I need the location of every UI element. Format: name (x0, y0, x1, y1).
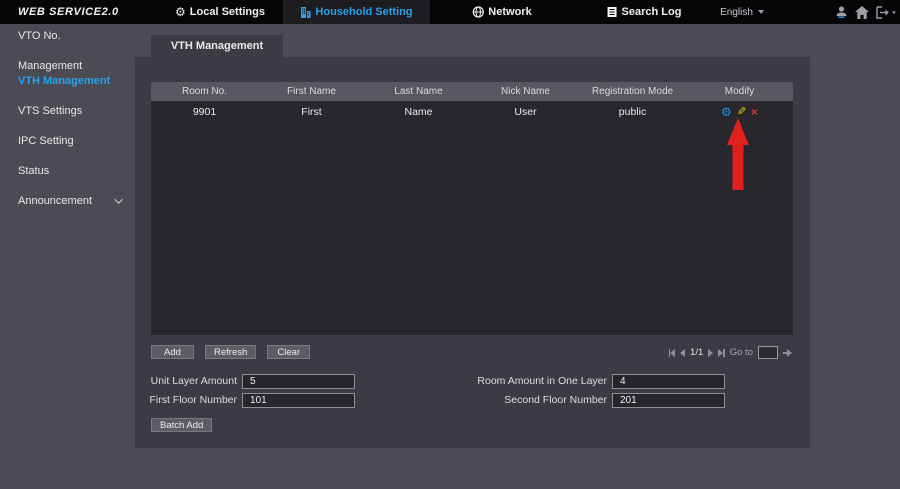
next-page-button[interactable] (708, 349, 713, 357)
sidebar-item-label: Announcement (18, 186, 92, 216)
main-panel: VTH Management Room No. First Name Last … (135, 35, 810, 448)
sidebar-item-status[interactable]: Status (0, 156, 135, 186)
sidebar-item-vts-settings[interactable]: VTS Settings (0, 96, 135, 126)
nav-household-setting-label: Household Setting (315, 6, 412, 18)
cell-modify: ⚙ ✎ × (686, 101, 793, 123)
refresh-button[interactable]: Refresh (205, 345, 256, 359)
log-icon (607, 6, 618, 18)
unit-layer-amount-label: Unit Layer Amount (135, 374, 237, 389)
first-floor-number-input[interactable] (242, 393, 355, 408)
nav-network[interactable]: Network (472, 0, 531, 24)
col-first-name: First Name (258, 82, 365, 101)
col-nick-name: Nick Name (472, 82, 579, 101)
cell-registration-mode: public (579, 101, 686, 123)
form-row-1: Unit Layer Amount Room Amount in One Lay… (135, 374, 810, 389)
goto-label: Go to (730, 347, 753, 358)
sidebar-item-label: IPC Setting (18, 126, 74, 156)
globe-icon (472, 6, 484, 18)
col-registration-mode: Registration Mode (579, 82, 686, 101)
app-logo: WEB SERVICE2.0 (18, 0, 119, 24)
goto-page-input[interactable] (758, 346, 778, 359)
chevron-down-icon (758, 10, 764, 14)
settings-gear-icon[interactable]: ⚙ (721, 106, 732, 118)
unit-layer-amount-input[interactable] (242, 374, 355, 389)
sidebar-item-label: VTS Settings (18, 96, 82, 126)
sidebar-item-ipc-setting[interactable]: IPC Setting (0, 126, 135, 156)
vth-table: Room No. First Name Last Name Nick Name … (151, 82, 793, 335)
second-floor-number-label: Second Floor Number (375, 393, 607, 408)
nav-search-log-label: Search Log (622, 6, 682, 18)
col-room-no: Room No. (151, 82, 258, 101)
batch-add-button[interactable]: Batch Add (151, 418, 212, 432)
nav-local-settings[interactable]: ⚙ Local Settings (175, 0, 265, 24)
first-floor-number-label: First Floor Number (135, 393, 237, 408)
cell-last-name: Name (365, 101, 472, 123)
chevron-down-icon (114, 195, 122, 203)
language-label: English (720, 7, 753, 18)
tab-vth-management-label: VTH Management (171, 40, 263, 52)
sidebar-item-vto-no-management[interactable]: VTO No. Management (0, 36, 135, 66)
nav-household-setting[interactable]: Household Setting (283, 0, 430, 24)
first-page-button[interactable] (669, 349, 676, 357)
top-bar: WEB SERVICE2.0 ⚙ Local Settings Househol… (0, 0, 900, 24)
pagination: 1/1 Go to (669, 346, 792, 359)
cell-nick-name: User (472, 101, 579, 123)
home-icon[interactable] (853, 0, 871, 24)
table-body: 9901 First Name User public ⚙ ✎ × (151, 101, 793, 335)
building-icon (300, 7, 311, 18)
prev-page-button[interactable] (680, 349, 685, 357)
cell-first-name: First (258, 101, 365, 123)
table-toolbar: Add Refresh Clear (151, 345, 310, 359)
add-button[interactable]: Add (151, 345, 194, 359)
col-modify: Modify (686, 82, 793, 101)
table-row: 9901 First Name User public ⚙ ✎ × (151, 101, 793, 123)
room-amount-one-layer-input[interactable] (612, 374, 725, 389)
gear-icon: ⚙ (175, 6, 186, 18)
col-last-name: Last Name (365, 82, 472, 101)
nav-local-settings-label: Local Settings (190, 6, 265, 18)
tab-vth-management[interactable]: VTH Management (151, 35, 283, 57)
last-page-button[interactable] (718, 349, 725, 357)
user-account-icon[interactable] (832, 0, 850, 24)
second-floor-number-input[interactable] (612, 393, 725, 408)
content-area: Room No. First Name Last Name Nick Name … (135, 57, 810, 448)
sidebar-item-label: Status (18, 156, 49, 186)
edit-pencil-icon[interactable]: ✎ (737, 107, 746, 118)
cell-room-no: 9901 (151, 101, 258, 123)
nav-search-log[interactable]: Search Log (607, 0, 682, 24)
sidebar-item-announcement[interactable]: Announcement (0, 186, 135, 216)
room-amount-one-layer-label: Room Amount in One Layer (375, 374, 607, 389)
sidebar: VTO No. Management VTH Management VTS Se… (0, 24, 135, 489)
delete-x-icon[interactable]: × (751, 106, 758, 118)
nav-network-label: Network (488, 6, 531, 18)
table-header: Room No. First Name Last Name Nick Name … (151, 82, 793, 101)
sidebar-item-label: VTH Management (18, 66, 110, 96)
page-indicator: 1/1 (690, 347, 703, 358)
form-row-2: First Floor Number Second Floor Number (135, 393, 810, 408)
goto-page-button[interactable] (783, 349, 792, 357)
logout-icon[interactable] (874, 0, 900, 24)
clear-button[interactable]: Clear (267, 345, 310, 359)
language-selector[interactable]: English (720, 0, 764, 24)
